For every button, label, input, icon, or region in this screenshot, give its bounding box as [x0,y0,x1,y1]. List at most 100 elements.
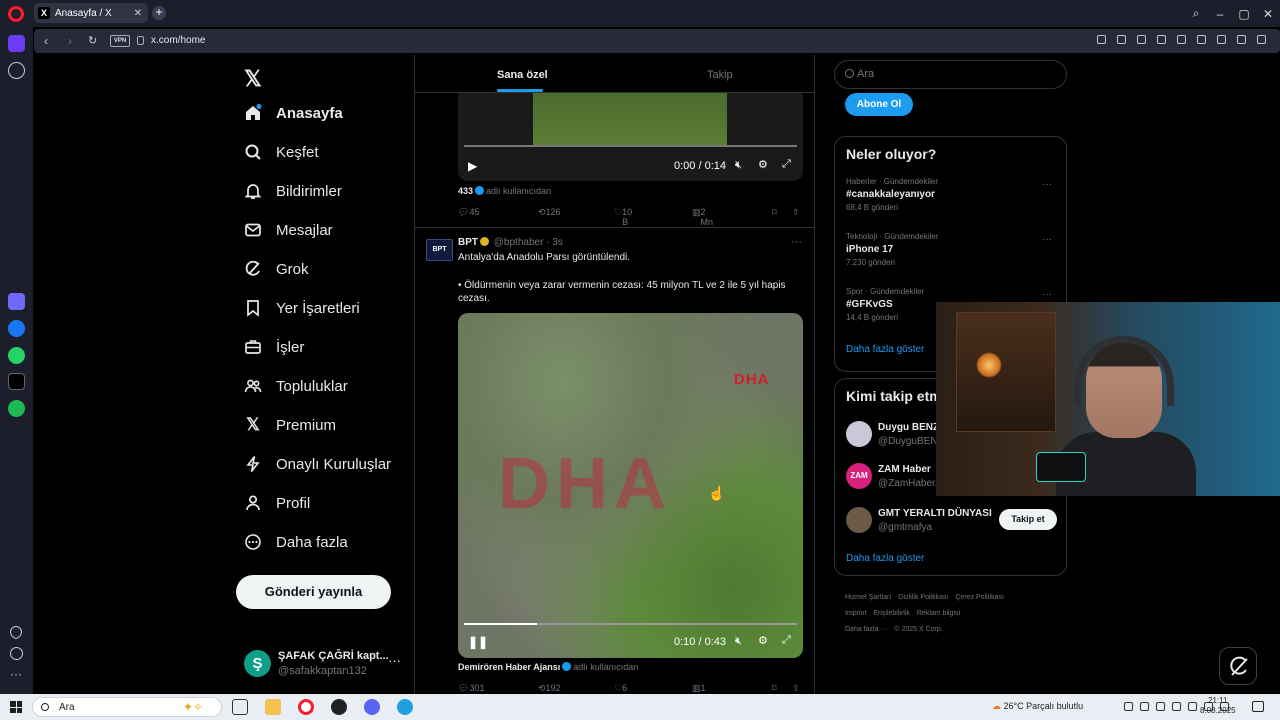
video-player[interactable]: DHA DHA ☝ ❚❚ 0:10 / 0:43 🔇︎ ⚙ ⤢ [458,313,803,658]
views-button[interactable]: ▥ 2 Mn [692,207,713,227]
share-icon[interactable]: ⇧ [792,683,800,694]
heart-sidebar-icon[interactable] [7,623,25,641]
history-icon[interactable] [10,647,23,660]
author-name[interactable]: BPT [458,237,478,248]
like-button[interactable]: ♡ 6 B [614,683,628,694]
video-player[interactable]: ▶ 0:00 / 0:14 🔇︎ ⚙ ⤢ [458,93,803,181]
share-icon[interactable]: ⇧ [792,207,800,218]
extensions-icon[interactable] [1257,35,1266,44]
sidebar-item-notifications[interactable]: Bildirimler [244,182,342,200]
post-button[interactable]: Gönderi yayınla [236,575,391,609]
settings-icon[interactable]: ⚙ [758,634,768,647]
forward-icon[interactable]: › [68,34,72,48]
subscribe-button[interactable]: Abone Ol [845,93,913,116]
reload-icon[interactable]: ↻ [88,34,97,47]
new-tab-button[interactable]: + [152,6,166,20]
reply-button[interactable]: 💬︎ 45 [458,207,479,218]
file-explorer-icon[interactable] [265,699,281,715]
follow-button[interactable]: Takip et [999,509,1057,530]
sidebar-item-more[interactable]: Daha fazla [244,533,348,551]
search-input[interactable] [857,68,1047,80]
app-taskbar-icon[interactable] [331,699,347,715]
bookmark-icon[interactable]: ⌑ [772,683,777,694]
sidebar-item-explore[interactable]: Keşfet [244,143,319,161]
pause-icon[interactable]: ❚❚ [468,635,488,649]
tab-following[interactable]: Takip [707,69,733,81]
tab-close-icon[interactable]: ✕ [134,8,142,19]
close-window-icon[interactable]: ✕ [1256,7,1280,21]
maximize-icon[interactable]: ▢ [1232,7,1256,21]
retweet-button[interactable]: ⟲ 126 [538,207,561,218]
retweet-button[interactable]: ⟲ 192 [538,683,561,694]
trend-item[interactable]: Haberler · Gündemdekiler #canakkaleyanıy… [846,177,1056,212]
edit-icon[interactable] [1097,35,1106,44]
play-icon[interactable]: ▶ [468,159,477,173]
footer-link[interactable]: Reklam bilgisi [917,610,960,617]
more-icon[interactable]: ··· [1042,179,1052,190]
discord-icon[interactable] [364,699,380,715]
more-icon[interactable]: ··· [791,236,802,248]
play-icon[interactable] [1157,35,1166,44]
minimize-icon[interactable]: – [1208,7,1232,21]
sidebar-item-premium[interactable]: 𝕏 Premium [244,415,336,434]
sidebar-item-verified-orgs[interactable]: Onaylı Kuruluşlar [244,455,391,473]
grok-chat-button[interactable] [1219,647,1257,685]
notifications-icon[interactable] [1252,701,1264,712]
fullscreen-icon[interactable]: ⤢ [782,634,791,647]
x-sidebar-icon[interactable] [8,373,25,390]
opera-logo-icon[interactable] [8,6,24,22]
footer-link[interactable]: Hizmet Şartları [845,594,891,601]
tray-app-icon[interactable] [1156,702,1165,711]
spotify-icon[interactable] [8,400,25,417]
more-icon[interactable]: ··· [388,653,401,668]
footer-link[interactable]: Erişilebilirlik [873,610,910,617]
reply-button[interactable]: 💬︎ 301 [458,683,484,694]
sidebar-item-grok[interactable]: Grok [244,260,309,278]
sidebar-item-jobs[interactable]: İşler [244,338,304,356]
source-name[interactable]: 433 [458,186,473,196]
tray-up-icon[interactable] [1124,702,1133,711]
taskbar-search[interactable]: Ara ✦✧ [32,697,222,717]
video-progress-bar[interactable] [464,145,797,147]
browser-tab[interactable]: X Anasayfa / X ✕ [34,3,148,23]
footer-link[interactable]: Çerez Politikası [955,594,1004,601]
sidebar-item-bookmarks[interactable]: Yer İşaretleri [244,299,360,317]
bookmark-icon[interactable]: ⌑ [772,207,777,218]
fullscreen-icon[interactable]: ⤢ [782,158,791,171]
like-button[interactable]: ♡ 10 B [614,207,632,227]
messenger-icon[interactable] [8,320,25,337]
footer-link[interactable]: Daha fazla ··· [845,626,887,633]
avatar[interactable]: BPT [426,239,453,261]
shield-icon[interactable] [1137,35,1146,44]
whatsapp-icon[interactable] [8,347,25,364]
sidebar-item-messages[interactable]: Mesajlar [244,221,333,239]
usb-icon[interactable] [1188,702,1197,711]
trend-item[interactable]: Teknoloji · Gündemdekiler iPhone 17 7.23… [846,232,1056,267]
windows-start-icon[interactable] [10,701,22,713]
sidebar-item-home[interactable]: Anasayfa [244,104,343,122]
author-handle[interactable]: @bpthaber · 3s [494,237,563,248]
search-box[interactable] [834,60,1067,89]
browser-search-icon[interactable]: ⌕ [1184,6,1208,21]
account-switcher[interactable]: Ş ŞAFAK ÇAĞRİ kapt... @safakkaptan132 ··… [244,650,404,680]
more-icon[interactable]: ··· [1042,289,1052,300]
more-icon[interactable]: ··· [1042,234,1052,245]
opera-taskbar-icon[interactable] [298,699,314,715]
vpn-badge[interactable]: VPN [110,35,130,47]
source-name[interactable]: Demirören Haber Ajansı [458,662,560,672]
camera-icon[interactable] [1117,35,1126,44]
weather-widget[interactable]: ☁ 26°C Parçalı bulutlu [992,701,1083,712]
lock-icon[interactable] [137,36,144,45]
download-icon[interactable] [1197,35,1206,44]
account-icon[interactable] [1237,35,1246,44]
mute-icon[interactable]: 🔇︎ [735,635,742,648]
tray-app-icon[interactable] [1172,702,1181,711]
menu-icon[interactable] [1217,35,1226,44]
trends-show-more-link[interactable]: Daha fazla göster [846,344,924,355]
tab-for-you[interactable]: Sana özel [497,69,548,81]
heart-icon[interactable] [1177,35,1186,44]
views-button[interactable]: ▥ 1 Mn [692,683,713,694]
tray-app-icon[interactable] [1140,702,1149,711]
back-icon[interactable]: ‹ [44,34,48,48]
home-sidebar-icon[interactable] [8,35,25,52]
